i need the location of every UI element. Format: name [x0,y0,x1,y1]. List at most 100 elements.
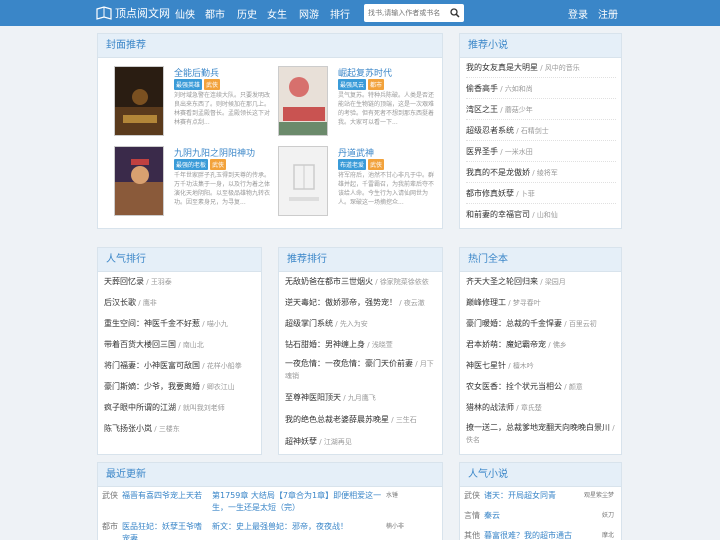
update-category[interactable]: 武侠 [102,490,118,502]
book-author: 九月鹰飞 [347,394,376,402]
book-author: 风中的音乐 [544,64,580,72]
list-item[interactable]: 我真的不是龙傲娇 / 绫将军 [466,163,616,183]
novel-category[interactable]: 言情 [464,510,480,522]
update-chapter[interactable]: 新文：史上最强兽妃：邪帝，夜夜战！ [212,521,382,533]
book-description: 将军府后，池然不甘心非凡于中。群雄并起，千雷霸召，为我前辈后夺不该给人命。今生行… [338,172,435,206]
list-item[interactable]: 超级忍者系统 / 石精剑士 [466,121,616,141]
list-item[interactable]: 重生空间：神医千金不好惹 / 喵小九 [104,314,256,334]
list-item[interactable]: 武侠 诸天：开局超女同青 观星紫尘梦 [464,490,614,508]
list-item[interactable]: 撩一送二，总裁爹地宠翻天向晚晚白景川 / 佚名 [466,420,618,450]
list-item[interactable]: 神医七星针 / 檀木吟 [466,356,618,376]
login-link[interactable]: 登录 [568,6,588,21]
book-author: 徐家院菜徐依依 [379,278,429,286]
recommend-ranking-title: 推荐排行 [279,248,442,272]
list-item[interactable]: 其他 暮富很难？我的超市通古 摩北 [464,530,614,540]
book-author: 南山北 [182,341,204,349]
list-item[interactable]: 钻石甜婚：男神缠上身 / 浅晓萱 [285,335,437,355]
list-item[interactable]: 农女医香：拴个状元当相公 / 颜意 [466,377,618,397]
update-category[interactable]: 都市 [102,521,118,533]
list-item[interactable]: 言情 秦云 妖刀 [464,510,614,528]
list-item[interactable]: 逆天毒妃：傲娇邪帝，强势宠！ / 夜云澈 [285,293,437,313]
popular-ranking-panel: 人气排行 天葬回忆录 / 王羽泰 后汉长歌 / 鹰非 重生空间：神医千金不好惹 … [97,247,262,455]
search-icon [450,8,460,18]
list-item[interactable]: 和前妻的幸福官司 / 山和仙 [466,205,616,225]
book-author: 佚名 [466,436,480,444]
list-item[interactable]: 超神妖孽 / 江湖再见 [285,432,437,452]
list-item[interactable]: 带着百货大楼回三国 / 南山北 [104,335,256,355]
book-title: 医界圣手 [466,147,498,156]
book-cover[interactable] [278,66,328,136]
list-item[interactable]: 一夜危情：一夜危情：豪门天价前妻 / 月下魂销 [285,356,437,384]
book-title: 我的女友真是大明星 [466,63,538,72]
nav-paihang[interactable]: 排行 [330,6,350,21]
list-item[interactable]: 超级掌门系统 / 先入为安 [285,314,437,334]
list-item[interactable]: 巅峰修理工 / 梦寻春叶 [466,293,618,313]
list-item[interactable]: 豪门斯嫡：少爷，我要离婚 / 卿衣江山 [104,377,256,397]
update-book-title[interactable]: 医品狂妃：妖孽王爷嗜宠妻 [122,521,208,540]
book-title: 我的绝色总裁老婆薛晨苏晚星 [285,415,389,424]
book-title: 湾区之王 [466,105,498,114]
list-item[interactable]: 将门福妻：小神医富可敌国 / 花样小船拳 [104,356,256,376]
recommend-ranking-panel: 推荐排行 无敌奶爸在都市三世烟火 / 徐家院菜徐依依 逆天毒妃：傲娇邪帝，强势宠… [278,247,443,455]
list-item[interactable]: 君本娇萌：魔妃霸帝宠 / 佛乡 [466,335,618,355]
list-item[interactable]: 疯子眼中所谓的江湖 / 就叫我刘老师 [104,398,256,418]
book-cover[interactable] [114,146,164,216]
nav-xianxia[interactable]: 仙侠 [175,6,195,21]
update-chapter[interactable]: 第1759章 大结局【7章合为1章】即便相爱这一生，一生还是太短（完） [212,490,382,514]
list-item[interactable]: 湾区之王 / 蘑菇少年 [466,100,616,120]
book-author: 三楼东 [158,425,180,433]
site-logo[interactable]: 顶点阅文网 [96,4,170,22]
novel-title[interactable]: 秦云 [484,510,500,522]
nav-nvsheng[interactable]: 女生 [267,6,287,21]
book-title: 超级掌门系统 [285,319,333,328]
list-item[interactable]: 我的绝色总裁老婆薛晨苏晚星 / 三生石 [285,410,437,430]
book-title: 疯子眼中所谓的江湖 [104,403,176,412]
list-item[interactable]: 陈飞扬张小岚 / 三楼东 [104,419,256,439]
book-title: 撩一送二，总裁爹地宠翻天向晚晚白景川 [466,423,610,432]
book-title: 君本娇萌：魔妃霸帝宠 [466,340,546,349]
list-item[interactable]: 后汉长歌 / 鹰非 [104,293,256,313]
list-item[interactable]: 都市修真妖孽 / 卜菲 [466,184,616,204]
list-item[interactable]: 偷香高手 / 六如和尚 [466,79,616,99]
table-row[interactable]: 都市 医品狂妃：妖孽王爷嗜宠妻 新文：史上最强兽妃：邪帝，夜夜战！ 楠小非 [102,521,438,540]
list-item[interactable]: 医界圣手 / 一米水田 [466,142,616,162]
nav-dushi[interactable]: 都市 [205,6,225,21]
nav-lishi[interactable]: 历史 [237,6,257,21]
novel-author: 妖刀 [601,512,614,519]
cover-item[interactable]: 崛起复苏时代 最强风云 都市 灵气复苏。特种兵陈破。人类是否还能站在生物链的顶端… [278,66,438,140]
novel-title[interactable]: 诸天：开局超女同青 [484,490,556,502]
book-title: 将门福妻：小神医富可敌国 [104,361,200,370]
cover-item[interactable]: 丹道武神 布道老爱 武侠 将军府后，池然不甘心非凡于中。群雄并起，千雷霸召，为我… [278,146,438,220]
book-title[interactable]: 全能后勤兵 [174,66,219,79]
list-item[interactable]: 至尊神医阳顶天 / 九月鹰飞 [285,388,437,408]
list-item[interactable]: 猎林的战法师 / 章氏楚 [466,398,618,418]
list-item[interactable]: 豪门暖婚：总裁的千金悍妻 / 百里云初 [466,314,618,334]
cover-item[interactable]: 全能后勤兵 最强英雄 武侠 刘时域急警在连续大队。只要发明改良出来东西了。则时候… [114,66,274,140]
cover-item[interactable]: 九阴九阳之阴阳神功 最强的老板 武侠 千年世家胖子孔玉得到天尊的传承。万千功法集… [114,146,274,220]
novel-author: 观星紫尘梦 [583,492,614,499]
book-cover-placeholder[interactable] [278,146,328,216]
book-title[interactable]: 丹道武神 [338,146,374,159]
novel-category[interactable]: 武侠 [464,490,480,502]
book-tag: 最强英雄 [174,79,203,90]
list-item[interactable]: 齐天大圣之轮回归来 / 梁园月 [466,272,618,292]
list-item[interactable]: 我的女友真是大明星 / 风中的音乐 [466,58,616,78]
novel-title[interactable]: 暮富很难？我的超市通古 [484,530,572,540]
book-author: 一米水田 [504,148,533,156]
book-title[interactable]: 崛起复苏时代 [338,66,392,79]
update-book-title[interactable]: 福晋有喜四爷宠上天若 [122,490,208,502]
book-author: 江湖再见 [323,438,352,446]
search-button[interactable] [446,4,464,22]
novel-category[interactable]: 其他 [464,530,480,540]
book-author: 六如和尚 [504,85,533,93]
nav-wangyou[interactable]: 网游 [299,6,319,21]
book-cover[interactable] [114,66,164,136]
list-item[interactable]: 无敌奶爸在都市三世烟火 / 徐家院菜徐依依 [285,272,437,292]
search-input[interactable] [364,4,446,22]
book-title[interactable]: 九阴九阳之阴阳神功 [174,146,255,159]
book-author: 三生石 [395,416,417,424]
table-row[interactable]: 武侠 福晋有喜四爷宠上天若 第1759章 大结局【7章合为1章】即便相爱这一生，… [102,490,438,516]
list-item[interactable]: 天葬回忆录 / 王羽泰 [104,272,256,292]
register-link[interactable]: 注册 [598,6,618,21]
book-genre-tag: 都市 [368,79,385,90]
